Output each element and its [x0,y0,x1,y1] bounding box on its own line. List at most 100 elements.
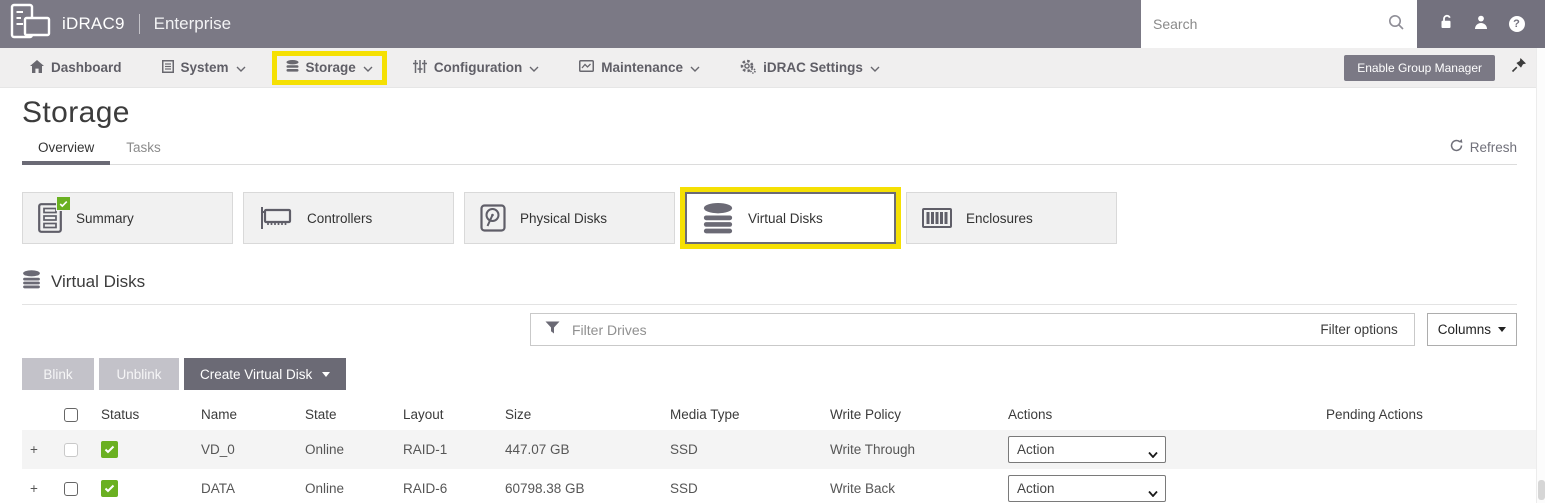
top-bar: iDRAC9 Enterprise ? [0,0,1545,48]
nav-item-storage[interactable]: Storage [272,51,387,85]
search-input[interactable] [1153,16,1387,32]
cell-write-policy: Write Back [824,469,1002,503]
refresh-button[interactable]: Refresh [1449,138,1517,164]
physical-disk-icon [480,204,506,232]
nav-label: iDRAC Settings [763,60,863,75]
controller-card-icon [259,205,293,231]
refresh-label: Refresh [1470,140,1517,155]
header-pending-actions: Pending Actions [1320,398,1545,430]
blink-button[interactable]: Blink [22,358,94,390]
header-media-type: Media Type [664,398,824,430]
header-expand [22,398,58,430]
nav-label: Storage [306,60,356,75]
card-label: Physical Disks [520,211,607,226]
expand-row-icon[interactable]: + [22,430,58,469]
expand-row-icon[interactable]: + [22,469,58,503]
header-state: State [299,398,397,430]
chevron-down-icon [690,60,700,75]
nav-item-configuration[interactable]: Configuration [413,60,539,76]
enclosure-icon [922,208,952,228]
page-title: Storage [22,96,1545,130]
brand-edition: Enterprise [154,14,231,34]
scrollbar-thumb[interactable] [1538,480,1545,500]
unlock-icon[interactable] [1438,14,1454,34]
action-select[interactable]: Action [1008,475,1166,502]
nav-item-maintenance[interactable]: Maintenance [579,60,700,75]
brand-separator [139,14,140,34]
cell-state: Online [299,469,397,503]
row-checkbox[interactable] [64,443,78,457]
card-physical-disks[interactable]: Physical Disks [464,192,675,244]
nav-label: System [181,60,229,75]
header-name: Name [195,398,299,430]
caret-down-icon [322,372,330,377]
filter-funnel-icon [531,321,572,339]
pin-icon[interactable] [1511,57,1527,78]
virtual-disks-icon [22,270,41,294]
card-enclosures[interactable]: Enclosures [906,192,1117,244]
nav-item-system[interactable]: System [162,60,246,76]
card-controllers[interactable]: Controllers [243,192,454,244]
search-box[interactable] [1141,0,1417,48]
card-virtual-disks[interactable]: Virtual Disks [685,192,896,244]
user-icon[interactable] [1474,15,1488,34]
nav-right: Enable Group Manager [1344,55,1527,81]
cell-pending-actions [1320,430,1545,469]
header-layout: Layout [397,398,499,430]
tab-tasks[interactable]: Tasks [110,132,177,164]
nav-item-idrac-settings[interactable]: iDRAC Settings [740,59,880,77]
section-title: Virtual Disks [51,272,145,292]
cell-name: VD_0 [195,430,299,469]
cell-size: 60798.38 GB [499,469,664,503]
card-summary[interactable]: Summary [22,192,233,244]
idrac-logo-icon [10,3,52,46]
brand: iDRAC9 Enterprise [0,0,231,48]
nav-label: Maintenance [601,60,683,75]
columns-label: Columns [1438,322,1491,337]
brand-name: iDRAC9 [62,14,125,34]
status-ok-badge [101,441,118,458]
filter-options-link[interactable]: Filter options [1320,322,1413,337]
cell-write-policy: Write Through [824,430,1002,469]
cell-state: Online [299,430,397,469]
create-virtual-disk-label: Create Virtual Disk [200,367,312,382]
header-status: Status [95,398,195,430]
columns-dropdown-button[interactable]: Columns [1427,313,1517,346]
virtual-disks-toolbar: Blink Unblink Create Virtual Disk [22,358,1545,390]
topbar-icon-tray: ? [1417,0,1545,48]
cell-pending-actions [1320,469,1545,503]
tab-overview[interactable]: Overview [22,132,110,164]
filter-row: Filter options Columns [22,313,1517,346]
main-content: Storage Overview Tasks Refresh [0,96,1545,503]
row-checkbox[interactable] [64,482,78,496]
maintenance-icon [579,60,594,75]
select-all-checkbox[interactable] [64,408,78,422]
enable-group-manager-button[interactable]: Enable Group Manager [1344,55,1495,81]
header-actions: Actions [1002,398,1320,430]
caret-down-icon [1498,327,1506,332]
refresh-icon [1449,138,1464,156]
search-icon[interactable] [1387,13,1405,36]
action-select[interactable]: Action [1008,436,1166,463]
cell-layout: RAID-6 [397,469,499,503]
header-size: Size [499,398,664,430]
topbar-spacer [231,0,1141,48]
nav-label: Dashboard [51,60,122,75]
configuration-icon [413,60,427,76]
header-write-policy: Write Policy [824,398,1002,430]
page-scrollbar [1536,48,1545,503]
tabs-row: Overview Tasks Refresh [22,132,1517,165]
nav-label: Configuration [434,60,522,75]
cell-media-type: SSD [664,469,824,503]
unblink-button[interactable]: Unblink [99,358,179,390]
table-row: + VD_0 Online RAID-1 447.07 GB SSD Write… [22,430,1545,469]
cell-size: 447.07 GB [499,430,664,469]
filter-drives-input[interactable] [572,322,1320,338]
nav-item-dashboard[interactable]: Dashboard [30,60,122,76]
create-virtual-disk-button[interactable]: Create Virtual Disk [184,358,346,390]
help-icon[interactable]: ? [1509,16,1525,32]
cell-name: DATA [195,469,299,503]
summary-server-icon [38,203,62,233]
filter-box[interactable]: Filter options [530,313,1415,346]
cell-media-type: SSD [664,430,824,469]
